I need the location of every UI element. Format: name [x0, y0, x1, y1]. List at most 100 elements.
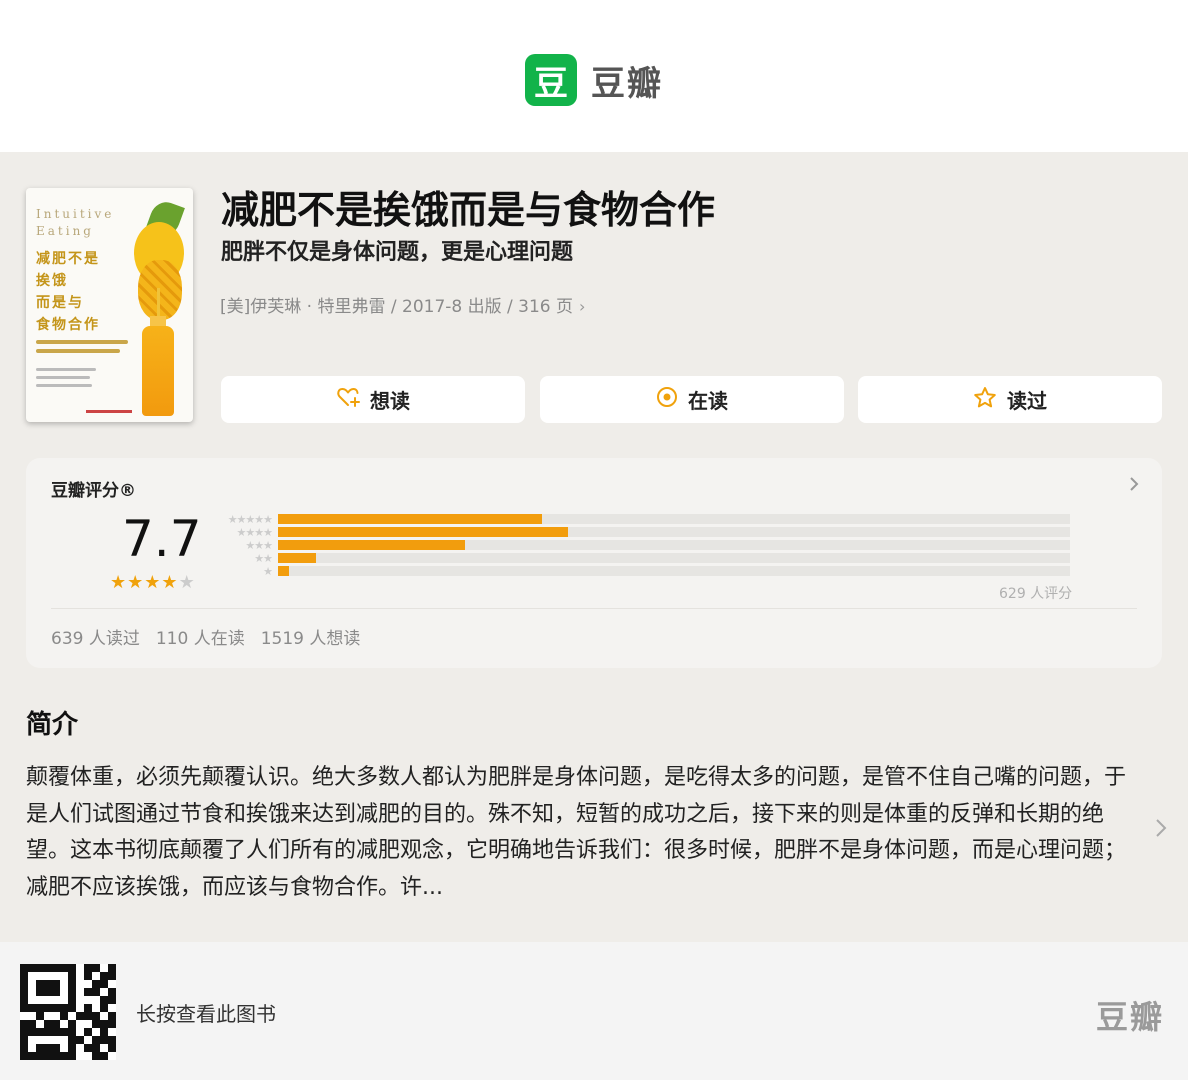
qr-module [52, 1004, 60, 1012]
qr-module [60, 988, 68, 996]
qr-module [52, 1036, 60, 1044]
cover-publisher-mark [86, 410, 132, 413]
qr-module [68, 1004, 76, 1012]
rating-card[interactable]: 豆瓣评分® 7.7 ★★★★★ ★★★★★ ★★★★ ★★★ ★★ ★ 629 人评分 … [26, 458, 1162, 668]
qr-module [28, 964, 36, 972]
qr-module [36, 964, 44, 972]
qr-module [68, 964, 76, 972]
qr-module [76, 1044, 84, 1052]
qr-module [36, 1020, 44, 1028]
rating-bar-row: ★★★★★ [216, 512, 1070, 526]
qr-module [36, 988, 44, 996]
qr-module [20, 972, 28, 980]
rating-label: 豆瓣评分® [51, 481, 136, 501]
book-subtitle: 肥胖不仅是身体问题，更是心理问题 [221, 240, 574, 265]
qr-module [108, 964, 116, 972]
douban-logo: 豆 豆瓣 [525, 54, 663, 106]
app-header: 豆 豆瓣 [0, 0, 1188, 152]
rating-bar-fill [278, 514, 542, 524]
rating-bar-track [278, 527, 1070, 537]
book-cover-image[interactable]: Intuitive Eating 减肥不是 挨饿 而是与 食物合作 [26, 188, 193, 422]
qr-module [20, 980, 28, 988]
qr-module [60, 1036, 68, 1044]
cover-en-line: Intuitive [36, 207, 115, 221]
qr-module [84, 1028, 92, 1036]
qr-module [52, 1028, 60, 1036]
book-meta-text: [美]伊芙琳 · 特里弗雷 / 2017-8 出版 / 316 页 [220, 297, 574, 317]
star-filled-icon: ★ [110, 572, 128, 593]
qr-module [84, 988, 92, 996]
qr-module [84, 1044, 92, 1052]
qr-module [84, 980, 92, 988]
qr-module [60, 972, 68, 980]
qr-module [60, 1004, 68, 1012]
star-filled-icon: ★ [161, 572, 179, 593]
heart-plus-icon [336, 386, 360, 413]
chevron-right-icon[interactable] [1154, 816, 1168, 847]
qr-module [52, 1052, 60, 1060]
star-filled-icon: ★ [127, 572, 145, 593]
cover-cn-line: 而是与 [36, 295, 84, 311]
cover-cn-line: 减肥不是 [36, 251, 100, 267]
qr-module [84, 1036, 92, 1044]
qr-module [28, 1020, 36, 1028]
rating-bar-track [278, 514, 1070, 524]
douban-logo-text: 豆瓣 [591, 63, 663, 104]
qr-module [52, 980, 60, 988]
qr-module [20, 988, 28, 996]
qr-module [92, 972, 100, 980]
qr-module [68, 1028, 76, 1036]
qr-module [108, 1004, 116, 1012]
qr-module [28, 1044, 36, 1052]
qr-module [68, 1044, 76, 1052]
rating-bar-stars: ★★ [254, 551, 273, 565]
qr-module [108, 1044, 116, 1052]
qr-module [60, 1028, 68, 1036]
qr-module [68, 1012, 76, 1020]
qr-module [76, 996, 84, 1004]
qr-module [92, 980, 100, 988]
qr-module [108, 1036, 116, 1044]
qr-module [44, 972, 52, 980]
have-read-button[interactable]: 读过 [858, 376, 1162, 423]
want-to-read-button[interactable]: 想读 [221, 376, 525, 423]
qr-code-image[interactable] [20, 964, 116, 1060]
chevron-right-icon[interactable] [1128, 474, 1140, 499]
have-read-label: 读过 [1007, 389, 1047, 413]
divider [51, 608, 1137, 609]
qr-module [68, 1052, 76, 1060]
qr-module [28, 988, 36, 996]
qr-module [52, 996, 60, 1004]
qr-module [100, 964, 108, 972]
qr-module [52, 964, 60, 972]
cover-pineapple-shape [138, 260, 182, 320]
cover-author-line [36, 368, 96, 371]
qr-module [36, 1028, 44, 1036]
qr-module [44, 1028, 52, 1036]
qr-module [76, 972, 84, 980]
qr-module [68, 1036, 76, 1044]
book-meta-link[interactable]: [美]伊芙琳 · 特里弗雷 / 2017-8 出版 / 316 页 › [220, 294, 585, 320]
intro-heading: 简介 [26, 710, 79, 740]
qr-module [76, 988, 84, 996]
footer-hint: 长按查看此图书 [136, 1002, 276, 1026]
qr-module [100, 988, 108, 996]
qr-module [52, 972, 60, 980]
reading-button[interactable]: 在读 [540, 376, 844, 423]
cover-tagline-line [36, 349, 120, 353]
qr-module [76, 1036, 84, 1044]
qr-module [28, 1004, 36, 1012]
qr-module [36, 980, 44, 988]
qr-module [100, 1012, 108, 1020]
rating-bar-row: ★★★★ [216, 525, 1070, 539]
cover-cn-line: 食物合作 [36, 317, 100, 333]
rating-bar-fill [278, 527, 568, 537]
qr-module [84, 964, 92, 972]
qr-module [68, 988, 76, 996]
star-empty-icon: ★ [178, 572, 196, 593]
qr-module [60, 1052, 68, 1060]
intro-text[interactable]: 颠覆体重，必须先颠覆认识。绝大多数人都认为肥胖是身体问题，是吃得太多的问题，是管… [26, 760, 1126, 906]
qr-module [20, 1020, 28, 1028]
rating-stars: ★★★★★ [110, 572, 196, 593]
qr-module [92, 1036, 100, 1044]
